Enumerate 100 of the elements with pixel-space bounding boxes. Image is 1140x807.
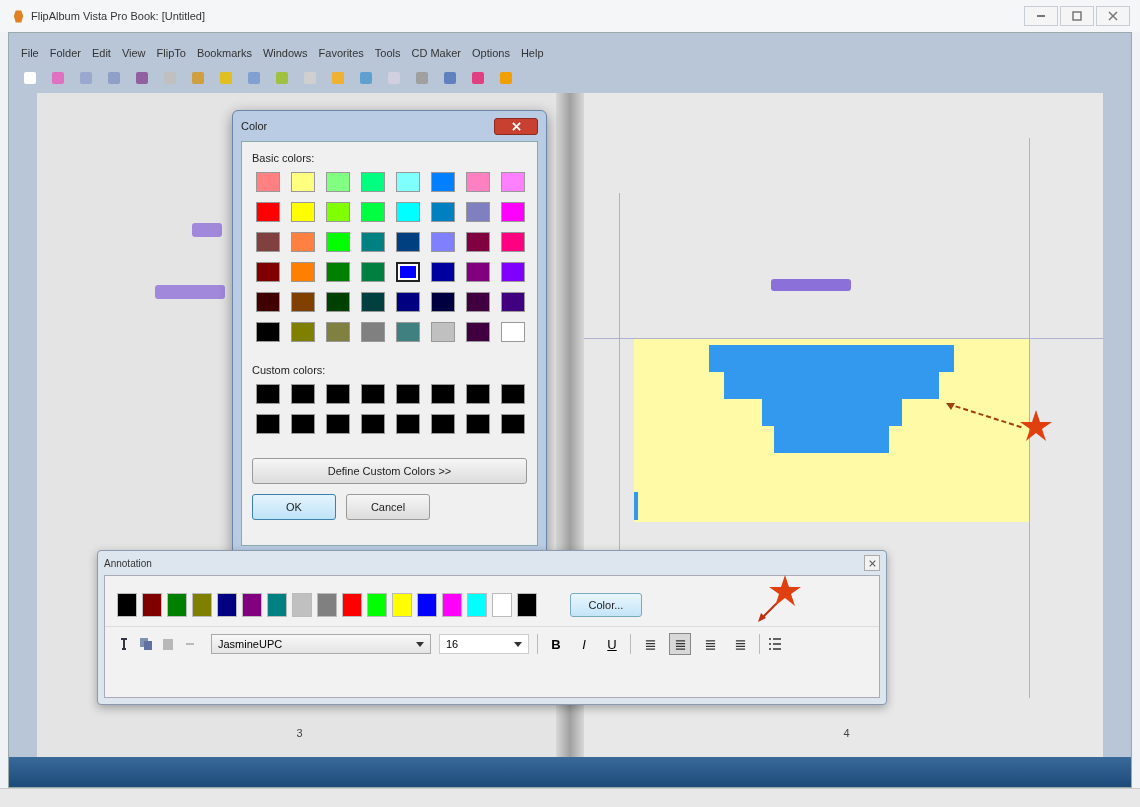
color-swatch[interactable] [431,232,455,252]
annotation-box[interactable] [634,339,1029,522]
square-icon[interactable] [136,72,148,84]
color-swatch[interactable] [326,202,350,222]
color-swatch[interactable] [291,292,315,312]
minimize-button[interactable] [1024,6,1058,26]
paste-icon[interactable] [161,637,175,651]
color-swatch[interactable] [467,593,487,617]
font-dropdown[interactable]: JasmineUPC [211,634,431,654]
color-swatch[interactable] [417,593,437,617]
color-swatch[interactable] [291,414,315,434]
color-swatch[interactable] [361,322,385,342]
color-swatch[interactable] [242,593,262,617]
color-swatch[interactable] [501,172,525,192]
color-swatch[interactable] [256,262,280,282]
color-swatch[interactable] [396,384,420,404]
color-swatch[interactable] [361,172,385,192]
color-swatch[interactable] [326,322,350,342]
color-swatch[interactable] [167,593,187,617]
color-swatch[interactable] [466,232,490,252]
color-swatch[interactable] [291,232,315,252]
square-icon[interactable] [416,72,428,84]
color-swatch[interactable] [396,202,420,222]
square-icon[interactable] [24,72,36,84]
color-swatch[interactable] [492,593,512,617]
color-swatch[interactable] [396,172,420,192]
color-button[interactable]: Color... [570,593,642,617]
color-swatch[interactable] [396,232,420,252]
color-swatch[interactable] [291,172,315,192]
color-swatch[interactable] [466,172,490,192]
menu-item[interactable]: FlipTo [156,47,186,59]
color-swatch[interactable] [501,384,525,404]
define-custom-colors-button[interactable]: Define Custom Colors >> [252,458,527,484]
color-swatch[interactable] [392,593,412,617]
color-swatch[interactable] [326,292,350,312]
color-swatch[interactable] [396,292,420,312]
close-button[interactable] [864,555,880,571]
color-swatch[interactable] [442,593,462,617]
color-swatch[interactable] [326,384,350,404]
color-swatch[interactable] [466,322,490,342]
color-swatch[interactable] [517,593,537,617]
color-swatch[interactable] [326,414,350,434]
menu-item[interactable]: CD Maker [411,47,461,59]
copy-icon[interactable] [139,637,153,651]
color-swatch[interactable] [361,292,385,312]
color-swatch[interactable] [466,292,490,312]
color-swatch[interactable] [367,593,387,617]
menu-item[interactable]: Folder [49,47,81,59]
color-swatch[interactable] [361,202,385,222]
color-swatch[interactable] [326,232,350,252]
color-swatch[interactable] [501,262,525,282]
menu-item[interactable]: Windows [262,47,308,59]
color-swatch[interactable] [256,202,280,222]
color-swatch[interactable] [501,202,525,222]
color-swatch[interactable] [361,232,385,252]
color-swatch[interactable] [501,414,525,434]
square-icon[interactable] [248,72,260,84]
menu-item[interactable]: File [21,47,39,59]
square-icon[interactable] [108,72,120,84]
color-swatch[interactable] [256,172,280,192]
color-swatch[interactable] [291,322,315,342]
color-swatch[interactable] [431,384,455,404]
list-icon[interactable] [768,637,782,651]
color-swatch[interactable] [326,172,350,192]
color-swatch[interactable] [466,202,490,222]
maximize-button[interactable] [1060,6,1094,26]
menu-item[interactable]: Bookmarks [196,47,252,59]
cancel-button[interactable]: Cancel [346,494,430,520]
color-swatch[interactable] [431,322,455,342]
menu-item[interactable]: Favorites [318,47,364,59]
color-swatch[interactable] [466,262,490,282]
text-style-button[interactable]: U [602,633,622,655]
color-swatch[interactable] [142,593,162,617]
color-swatch[interactable] [256,232,280,252]
color-swatch[interactable] [501,322,525,342]
color-swatch[interactable] [256,384,280,404]
menu-item[interactable]: Edit [91,47,111,59]
color-swatch[interactable] [291,384,315,404]
color-swatch[interactable] [431,414,455,434]
color-swatch[interactable] [361,384,385,404]
color-swatch[interactable] [466,414,490,434]
color-swatch[interactable] [342,593,362,617]
color-swatch[interactable] [501,292,525,312]
color-swatch[interactable] [431,262,455,282]
square-icon[interactable] [472,72,484,84]
color-swatch[interactable] [292,593,312,617]
color-swatch[interactable] [396,322,420,342]
ok-button[interactable]: OK [252,494,336,520]
size-dropdown[interactable]: 16 [439,634,529,654]
menu-item[interactable]: Help [520,47,544,59]
color-swatch[interactable] [361,414,385,434]
menu-item[interactable]: Options [472,47,510,59]
color-swatch[interactable] [192,593,212,617]
color-swatch[interactable] [217,593,237,617]
color-swatch[interactable] [326,262,350,282]
color-swatch[interactable] [361,262,385,282]
color-swatch[interactable] [291,262,315,282]
color-swatch[interactable] [431,172,455,192]
text-style-button[interactable]: B [546,633,566,655]
color-swatch[interactable] [291,202,315,222]
